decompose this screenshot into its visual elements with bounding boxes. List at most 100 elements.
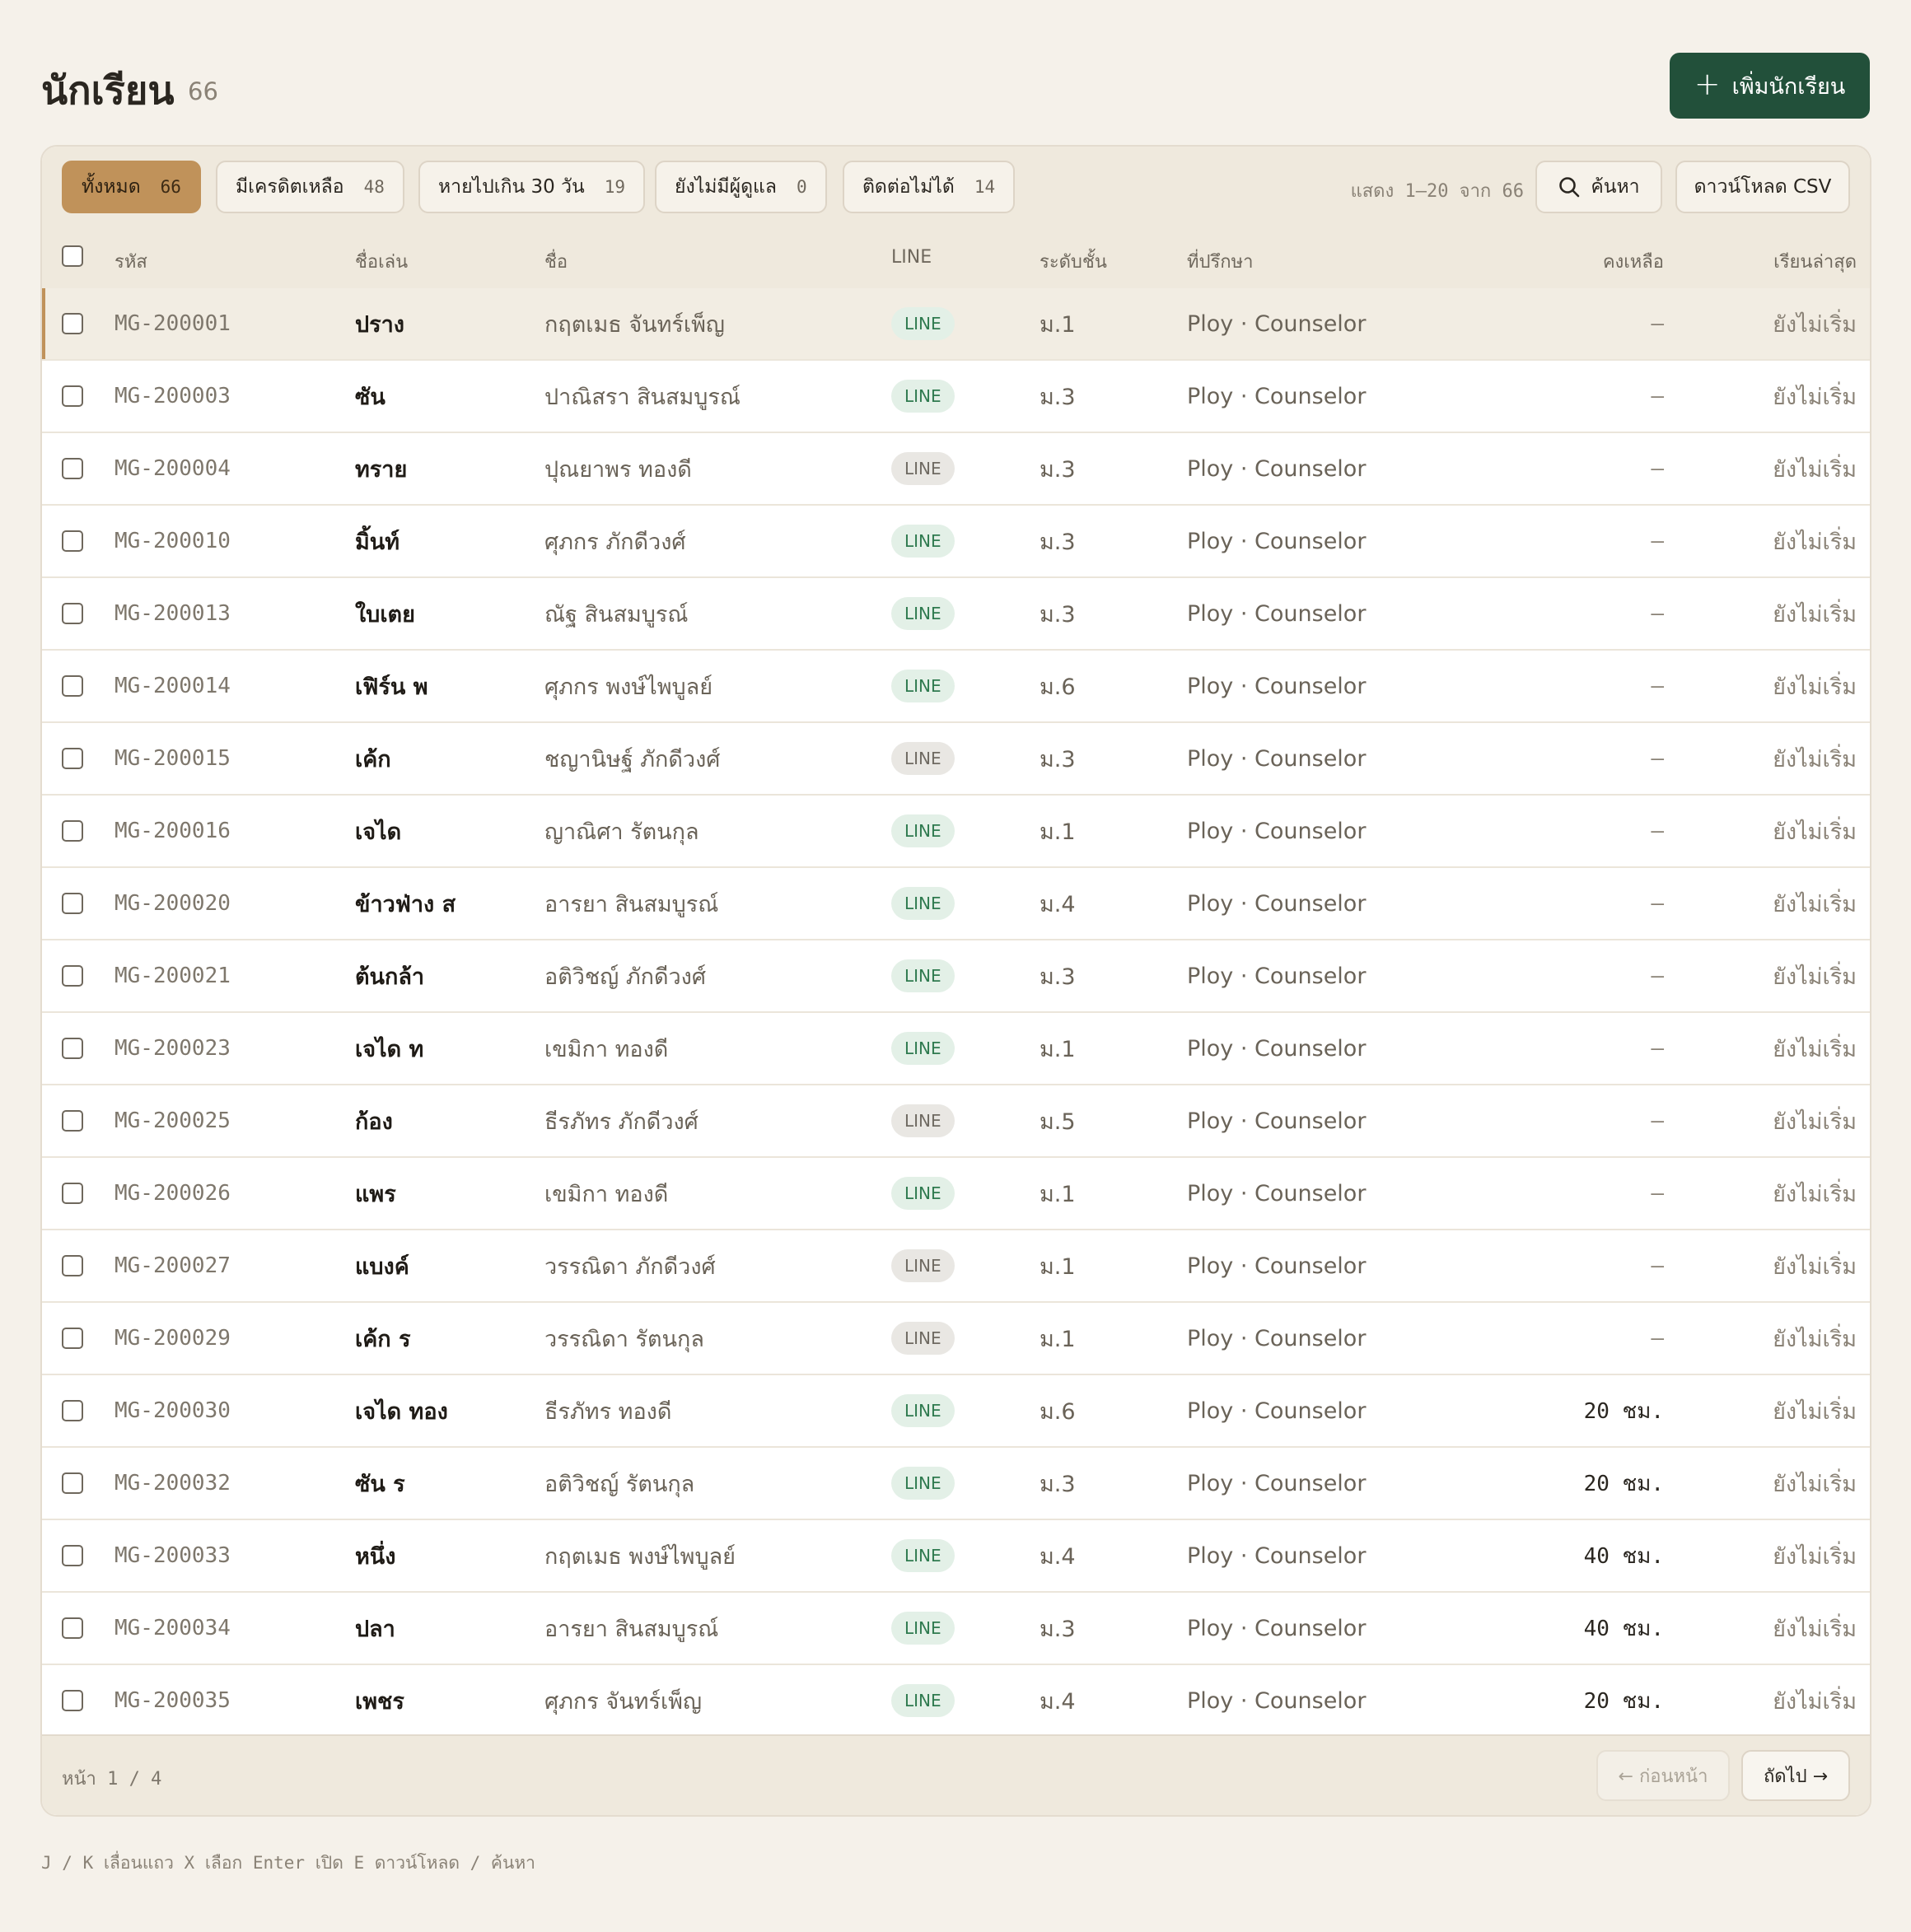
column-header-id[interactable]: รหัส (114, 247, 147, 276)
row-checkbox[interactable] (62, 1617, 83, 1639)
filter-chip-unreachable[interactable]: ติดต่อไม่ได้ 14 (843, 161, 1016, 213)
student-advisor: Ploy · Counselor (1187, 600, 1367, 627)
remaining-hours: — (1651, 964, 1664, 988)
column-header-advisor[interactable]: ที่ปรึกษา (1187, 247, 1253, 276)
table-row[interactable]: MG-200035 เพชร ศุภกร จันทร์เพ็ญ LINE ม.4 Ploy… (42, 1665, 1870, 1738)
table-row[interactable]: MG-200004 ทราย ปุณยาพร ทองดี LINE ม.3 Ploy · … (42, 433, 1870, 506)
filter-chip-all[interactable]: ทั้งหมด 66 (62, 161, 201, 213)
student-id: MG-200016 (114, 819, 231, 843)
table-row[interactable]: MG-200026 แพร เขมิกา ทองดี LINE ม.1 Ploy · Co… (42, 1158, 1870, 1230)
search-button[interactable]: ค้นหา (1535, 161, 1662, 213)
row-checkbox[interactable] (62, 1328, 83, 1349)
row-checkbox[interactable] (62, 675, 83, 697)
column-header-remaining[interactable]: คงเหลือ (1603, 247, 1664, 276)
download-csv-label: ดาวน์โหลด CSV (1694, 176, 1832, 198)
table-row[interactable]: MG-200032 ซัน ร อติวิชญ์ รัตนกุล LINE ม.3 Plo… (42, 1448, 1870, 1520)
table-footer: หน้า 1 / 4 ← ก่อนหน้า ถัดไป → (42, 1734, 1870, 1815)
table-row[interactable]: MG-200020 ข้าวฟ่าง ส อารยา สินสมบูรณ์ LINE ม… (42, 868, 1870, 940)
line-status-cell: LINE (891, 1448, 955, 1519)
download-csv-button[interactable]: ดาวน์โหลด CSV (1675, 161, 1850, 213)
student-nickname: แบงค์ (355, 1253, 409, 1280)
table-row[interactable]: MG-200001 ปราง กฤตเมธ จันทร์เพ็ญ LINE ม.1 Plo… (42, 288, 1870, 361)
row-checkbox[interactable] (62, 1110, 83, 1132)
row-select-cell (62, 578, 83, 649)
table-row[interactable]: MG-200033 หนึ่ง กฤตเมธ พงษ์ไพบูลย์ LINE ม.4 P… (42, 1520, 1870, 1593)
row-checkbox[interactable] (62, 748, 83, 769)
last-class-status: ยังไม่เริ่ม (1773, 1036, 1857, 1062)
row-checkbox[interactable] (62, 458, 83, 479)
page-indicator: หน้า 1 / 4 (62, 1769, 162, 1790)
row-select-cell (62, 1375, 83, 1446)
add-student-button[interactable]: + เพิ่มนักเรียน (1670, 53, 1870, 119)
student-name: กฤตเมธ พงษ์ไพบูลย์ (544, 1543, 736, 1570)
column-header-nickname[interactable]: ชื่อเล่น (355, 247, 408, 276)
last-class-status: ยังไม่เริ่ม (1773, 1253, 1857, 1280)
line-badge: LINE (891, 307, 955, 340)
row-checkbox[interactable] (62, 1400, 83, 1421)
filter-chip-label: หายไปเกิน 30 วัน (438, 176, 585, 198)
table-row[interactable]: MG-200027 แบงค์ วรรณิดา ภักดีวงศ์ LINE ม.1 Pl… (42, 1230, 1870, 1303)
table-row[interactable]: MG-200015 เค้ก ชญานิษฐ์ ภักดีวงศ์ LINE ม.3 Pl… (42, 723, 1870, 796)
row-checkbox[interactable] (62, 965, 83, 987)
row-checkbox[interactable] (62, 1545, 83, 1566)
row-checkbox[interactable] (62, 893, 83, 914)
remaining-hours: — (1651, 1253, 1664, 1278)
remaining-hours: 20 ชม. (1583, 1471, 1664, 1496)
row-select-cell (62, 940, 83, 1011)
row-checkbox[interactable] (62, 1183, 83, 1204)
student-nickname: ทราย (355, 456, 408, 483)
table-row[interactable]: MG-200013 ใบเตย ณัฐ สินสมบูรณ์ LINE ม.3 Ploy … (42, 578, 1870, 651)
table-row[interactable]: MG-200030 เจได ทอง ธีรภัทร ทองดี LINE ม.6 Plo… (42, 1375, 1870, 1448)
next-page-button[interactable]: ถัดไป → (1741, 1750, 1850, 1801)
line-status-cell: LINE (891, 723, 955, 794)
table-row[interactable]: MG-200023 เจได ท เขมิกา ทองดี LINE ม.1 Ploy ·… (42, 1013, 1870, 1085)
student-advisor: Ploy · Counselor (1187, 1687, 1367, 1714)
row-checkbox[interactable] (62, 1038, 83, 1059)
column-header-last-class[interactable]: เรียนล่าสุด (1773, 247, 1857, 276)
row-select-cell (62, 1303, 83, 1374)
page-title: นักเรียน (41, 68, 175, 114)
row-checkbox[interactable] (62, 1255, 83, 1276)
student-advisor: Ploy · Counselor (1187, 383, 1367, 409)
table-row[interactable]: MG-200034 ปลา อารยา สินสมบูรณ์ LINE ม.3 Ploy … (42, 1593, 1870, 1665)
student-nickname: ต้นกล้า (355, 964, 425, 990)
previous-page-button[interactable]: ← ก่อนหน้า (1596, 1750, 1730, 1801)
row-checkbox[interactable] (62, 530, 83, 552)
column-header-line[interactable]: LINE (891, 247, 932, 268)
row-checkbox[interactable] (62, 1690, 83, 1711)
column-header-grade[interactable]: ระดับชั้น (1040, 247, 1107, 276)
table-row[interactable]: MG-200025 ก้อง ธีรภัทร ภักดีวงศ์ LINE ม.5 Plo… (42, 1085, 1870, 1158)
filter-chip-inactive-30-days[interactable]: หายไปเกิน 30 วัน 19 (418, 161, 646, 213)
last-class-status: ยังไม่เริ่ม (1773, 384, 1857, 410)
table-row[interactable]: MG-200010 มิ้นท์ ศุภกร ภักดีวงศ์ LINE ม.3 Plo… (42, 506, 1870, 578)
student-id: MG-200034 (114, 1616, 231, 1640)
student-grade: ม.5 (1040, 1108, 1076, 1135)
student-grade: ม.1 (1040, 1036, 1076, 1062)
remaining-hours: — (1651, 746, 1664, 771)
last-class-status: ยังไม่เริ่ม (1773, 746, 1857, 772)
table-row[interactable]: MG-200016 เจได ญาณิศา รัตนกุล LINE ม.1 Ploy ·… (42, 796, 1870, 868)
row-checkbox[interactable] (62, 603, 83, 624)
student-name: อารยา สินสมบูรณ์ (544, 1616, 719, 1642)
table-row[interactable]: MG-200003 ซัน ปาณิสรา สินสมบูรณ์ LINE ม.3 Plo… (42, 361, 1870, 433)
filter-toolbar: ทั้งหมด 66 มีเครดิตเหลือ 48 หายไปเกิน 30… (42, 147, 1870, 229)
filter-chip-has-credit[interactable]: มีเครดิตเหลือ 48 (216, 161, 404, 213)
line-badge: LINE (891, 1467, 955, 1500)
student-id: MG-200025 (114, 1108, 231, 1133)
student-id: MG-200029 (114, 1326, 231, 1351)
select-all-checkbox[interactable] (62, 245, 83, 267)
filter-chip-label: ติดต่อไม่ได้ (862, 176, 955, 198)
table-row[interactable]: MG-200014 เฟิร์น พ ศุภกร พงษ์ไพบูลย์ LINE ม.… (42, 651, 1870, 723)
filter-chip-no-advisor[interactable]: ยังไม่มีผู้ดูแล 0 (655, 161, 827, 213)
row-checkbox[interactable] (62, 385, 83, 407)
table-row[interactable]: MG-200029 เค้ก ร วรรณิดา รัตนกุล LINE ม.1 Plo… (42, 1303, 1870, 1375)
column-header-name[interactable]: ชื่อ (544, 247, 568, 276)
remaining-hours: 40 ชม. (1583, 1616, 1664, 1641)
table-row[interactable]: MG-200021 ต้นกล้า อติวิชญ์ ภักดีวงศ์ LINE ม.… (42, 940, 1870, 1013)
row-checkbox[interactable] (62, 820, 83, 842)
student-name: วรรณิดา รัตนกุล (544, 1326, 704, 1352)
row-checkbox[interactable] (62, 1472, 83, 1494)
last-class-status: ยังไม่เริ่ม (1773, 1181, 1857, 1207)
row-checkbox[interactable] (62, 313, 83, 334)
last-class-status: ยังไม่เริ่ม (1773, 1326, 1857, 1352)
